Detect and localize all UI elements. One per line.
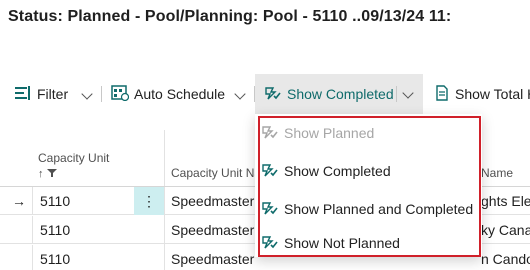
sort-ascending-icon: ↑ [38, 168, 44, 180]
filter-label: Filter [37, 86, 69, 102]
page-title: Status: Planned - Pool/Planning: Pool - … [8, 8, 452, 25]
show-planned-icon [261, 124, 279, 143]
row-actions-button[interactable]: ⋮ [134, 187, 164, 215]
show-completed-dropdown-menu: Show Planned Show Completed Show Planned… [255, 114, 482, 257]
show-completed-chevron-down-icon[interactable] [402, 87, 414, 99]
menu-item-show-completed[interactable]: Show Completed [261, 152, 476, 190]
show-completed-label: Show Completed [287, 86, 394, 102]
toolbar-divider [101, 86, 102, 102]
column-header-name[interactable]: Name [481, 166, 513, 180]
show-completed-button[interactable]: Show Completed [255, 74, 423, 114]
show-total-button[interactable]: Show Total H [434, 74, 530, 114]
current-row-arrow-icon: → [12, 193, 26, 209]
name-cell[interactable]: ghts Elec [481, 187, 530, 215]
capacity-unit-cell[interactable]: 5110 [40, 216, 70, 244]
capacity-unit-name-cell[interactable]: Speedmaster [171, 187, 254, 215]
capacity-unit-cell[interactable]: 5110 [40, 187, 70, 215]
capacity-unit-name-cell[interactable]: Speedmaster [171, 216, 254, 244]
show-total-label: Show Total H [455, 86, 530, 102]
auto-schedule-label: Auto Schedule [134, 86, 226, 102]
menu-item-show-planned-and-completed[interactable]: Show Planned and Completed [261, 190, 476, 228]
filter-button[interactable]: Filter [14, 74, 68, 114]
name-cell[interactable]: ky Cana [481, 216, 530, 244]
action-toolbar: Filter Auto Schedule Show Completed Show… [0, 74, 530, 114]
toolbar-divider [396, 86, 397, 102]
menu-item-label: Show Planned [284, 125, 375, 141]
schedule-grid-icon [111, 84, 130, 104]
show-planned-and-completed-icon [261, 200, 279, 219]
menu-item-label: Show Not Planned [284, 235, 400, 251]
document-icon [434, 84, 450, 104]
filter-icon [14, 85, 32, 104]
filter-funnel-icon [46, 169, 57, 177]
show-completed-icon [261, 162, 279, 181]
column-header-capacity-unit-name[interactable]: Capacity Unit Na [171, 166, 261, 180]
auto-schedule-chevron-down-icon[interactable] [234, 88, 246, 100]
column-header-label: Capacity Unit [38, 151, 110, 165]
capacity-unit-name-cell[interactable]: Speedmaster [171, 245, 254, 270]
column-divider [32, 216, 33, 244]
column-divider [32, 245, 33, 270]
show-not-planned-icon [261, 234, 279, 253]
name-cell[interactable]: n Cando [481, 245, 530, 270]
menu-item-show-not-planned[interactable]: Show Not Planned [261, 224, 476, 262]
menu-item-show-planned: Show Planned [261, 114, 476, 152]
capacity-unit-cell[interactable]: 5110 [40, 245, 70, 270]
menu-item-label: Show Planned and Completed [284, 201, 474, 217]
show-completed-icon [264, 85, 282, 104]
sort-filter-indicator: ↑ [38, 168, 109, 180]
menu-item-label: Show Completed [284, 163, 391, 179]
filter-chevron-down-icon[interactable] [81, 88, 93, 100]
column-header-capacity-unit[interactable]: Capacity Unit ↑ [38, 151, 109, 180]
auto-schedule-button[interactable]: Auto Schedule [111, 74, 225, 114]
column-divider [32, 187, 33, 215]
